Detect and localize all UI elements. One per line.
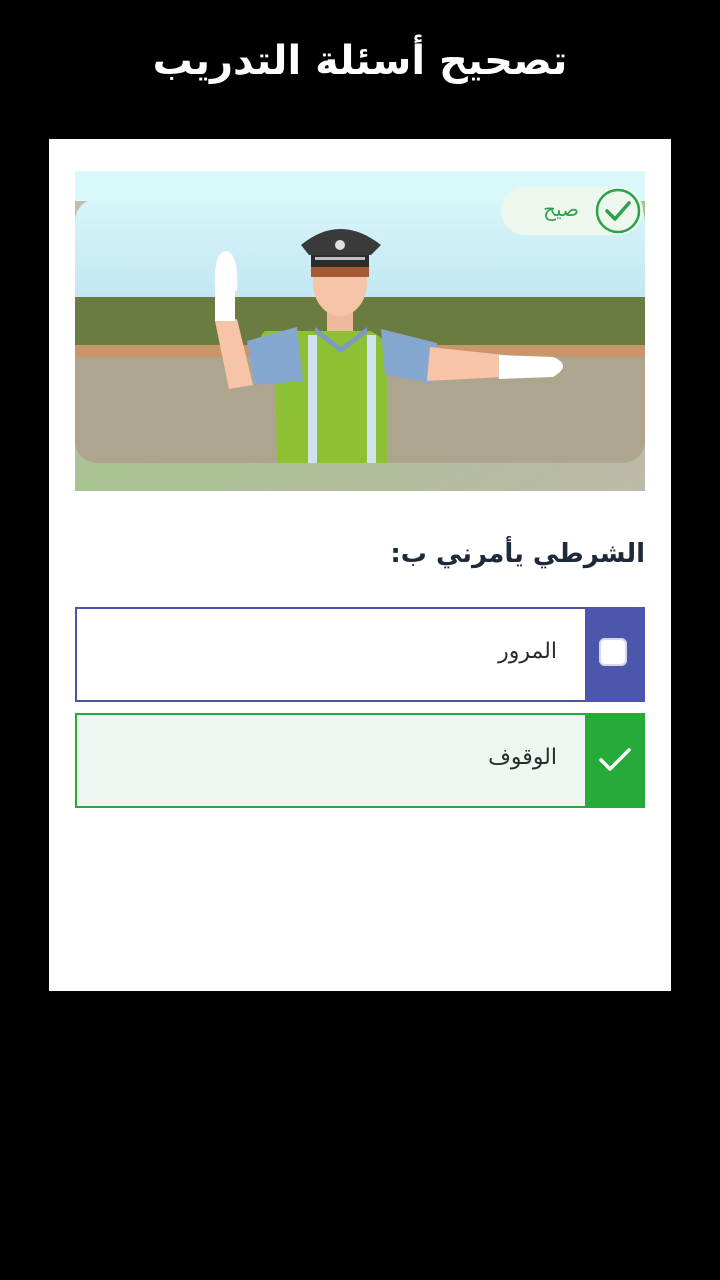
checkmark-icon: [599, 748, 631, 771]
question-text: الشرطي يأمرني ب:: [390, 539, 645, 569]
page-title: تصحيح أسئلة التدريب: [152, 38, 568, 84]
result-badge: صيح: [501, 187, 643, 235]
option-label: المرور: [498, 639, 557, 664]
option-marker[interactable]: [585, 607, 645, 702]
question-card: صيح الشرطي يأمرني ب: المرور الوقوف: [49, 139, 671, 991]
option-marker[interactable]: [585, 713, 645, 808]
screen: تصحيح أسئلة التدريب صيح الشرطي يأمرني ب:…: [0, 0, 720, 1280]
answer-option-passage[interactable]: المرور: [75, 607, 645, 702]
checkbox-icon[interactable]: [599, 638, 627, 666]
answer-option-stop[interactable]: الوقوف: [75, 713, 645, 808]
option-label: الوقوف: [488, 745, 557, 770]
check-circle-icon: [595, 188, 641, 234]
result-label: صيح: [543, 197, 579, 221]
